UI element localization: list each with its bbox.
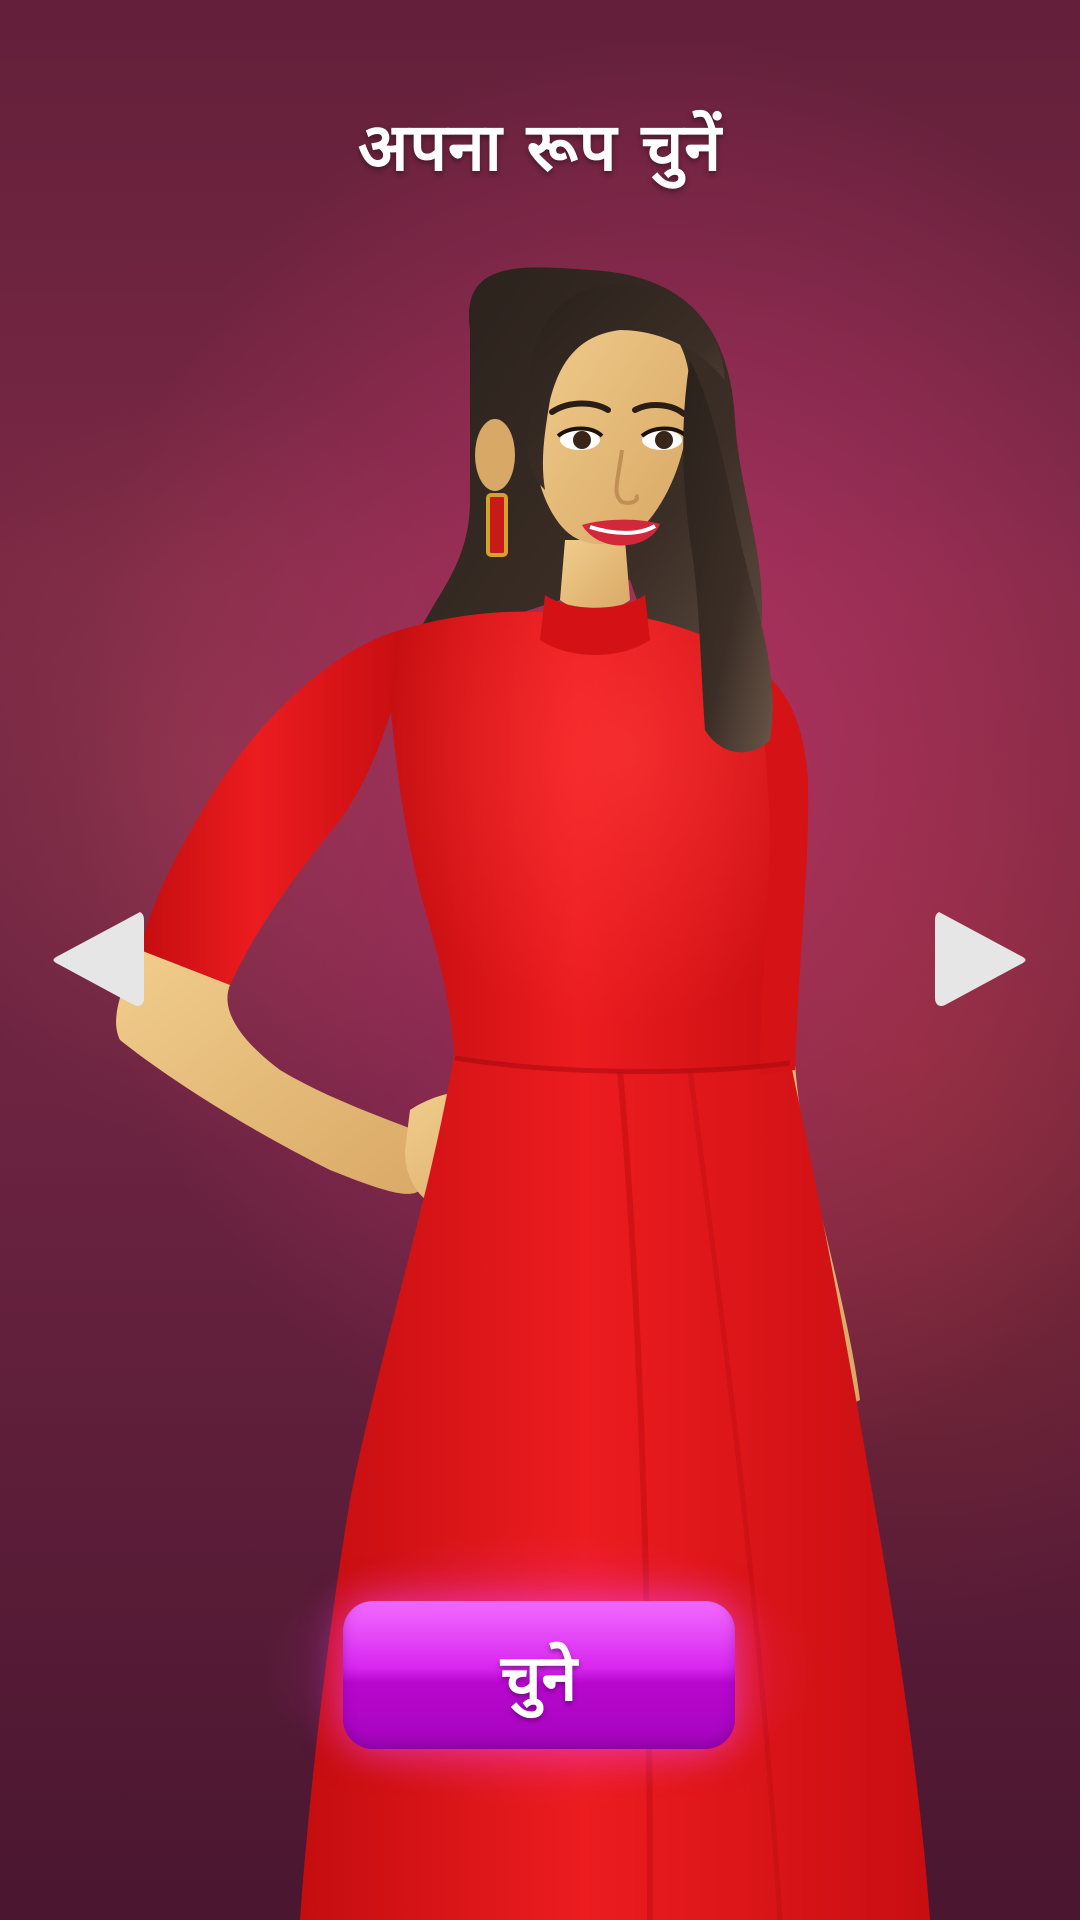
select-button-label: चुने (500, 1641, 578, 1716)
triangle-left-icon (53, 912, 144, 1007)
next-look-button[interactable] (932, 908, 1027, 1012)
prev-look-button[interactable] (52, 908, 147, 1012)
triangle-right-icon (935, 912, 1026, 1007)
select-button[interactable]: चुने (343, 1601, 735, 1749)
